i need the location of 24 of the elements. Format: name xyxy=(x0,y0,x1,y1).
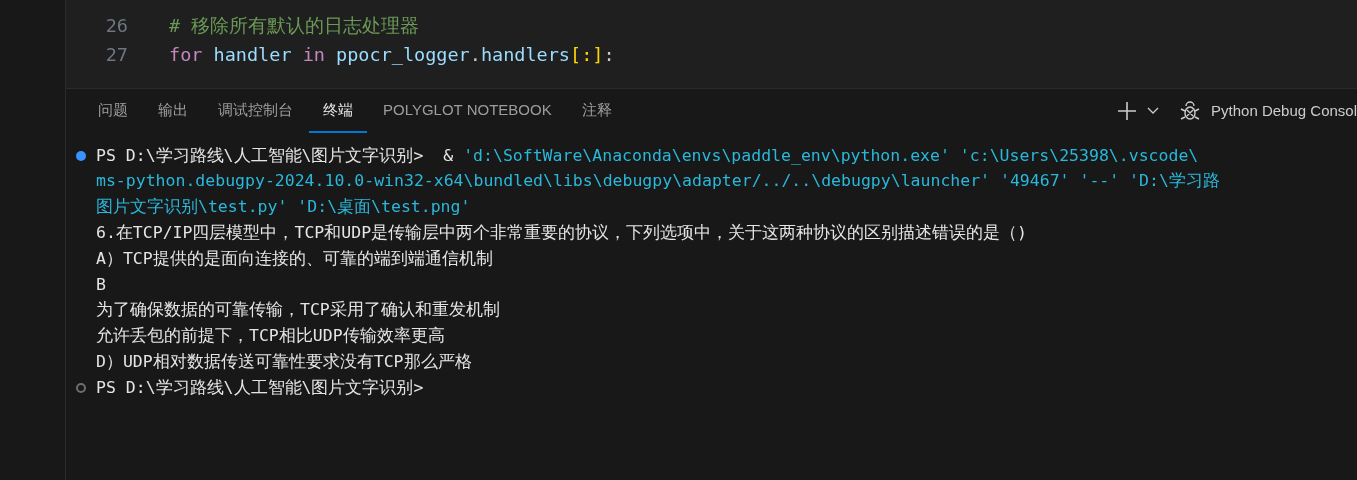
terminal-name[interactable]: Python Debug Consol xyxy=(1211,99,1357,123)
terminal-line: B xyxy=(96,273,106,296)
terminal-line: PS D:\学习路线\人工智能\图片文字识别> xyxy=(96,376,424,399)
panel-tab[interactable]: 输出 xyxy=(144,89,202,133)
line-number: 27 xyxy=(104,42,128,67)
panel-tab[interactable]: 问题 xyxy=(84,89,142,133)
panel-tab[interactable]: POLYGLOT NOTEBOOK xyxy=(369,89,566,133)
terminal-line: A）TCP提供的是面向连接的、可靠的端到端通信机制 xyxy=(96,247,493,270)
panel-tab[interactable]: 调试控制台 xyxy=(204,89,307,133)
bug-icon[interactable] xyxy=(1179,100,1202,122)
panel-tab[interactable]: 注释 xyxy=(567,89,626,133)
line-number: 26 xyxy=(104,13,128,38)
terminal-line: 图片文字识别\test.py' 'D:\桌面\test.png' xyxy=(96,196,471,219)
chevron-down-icon[interactable] xyxy=(1147,107,1160,115)
terminal-line: ms-python.debugpy-2024.10.0-win32-x64\bundled\libs\debugpy\adapter/../..\debugpy\launcher' '49467' '--' 'D:\学习路 xyxy=(96,170,1220,193)
panel-tab[interactable]: 终端 xyxy=(309,89,367,133)
terminal-line: PS D:\学习路线\人工智能\图片文字识别> & 'd:\SoftWare\Anaconda\envs\paddle_env\python.exe' 'c:\Users\25398\.vscode\ xyxy=(96,144,1199,167)
code-line: for handler in ppocr_logger.handlers[:]: xyxy=(169,42,615,67)
terminal-line: D）UDP相对数据传送可靠性要求没有TCP那么严格 xyxy=(96,350,472,373)
terminal-line: 为了确保数据的可靠传输，TCP采用了确认和重发机制 xyxy=(96,299,500,322)
code-line: # 移除所有默认的日志处理器 xyxy=(169,13,420,38)
terminal-line: 6.在TCP/IP四层模型中，TCP和UDP是传输层中两个非常重要的协议，下列选项中，关于这两种协议的区别描述错误的是（) xyxy=(96,221,1027,244)
terminal-line: 允许丢包的前提下，TCP相比UDP传输效率更高 xyxy=(96,325,445,348)
plus-icon[interactable] xyxy=(1117,101,1138,121)
